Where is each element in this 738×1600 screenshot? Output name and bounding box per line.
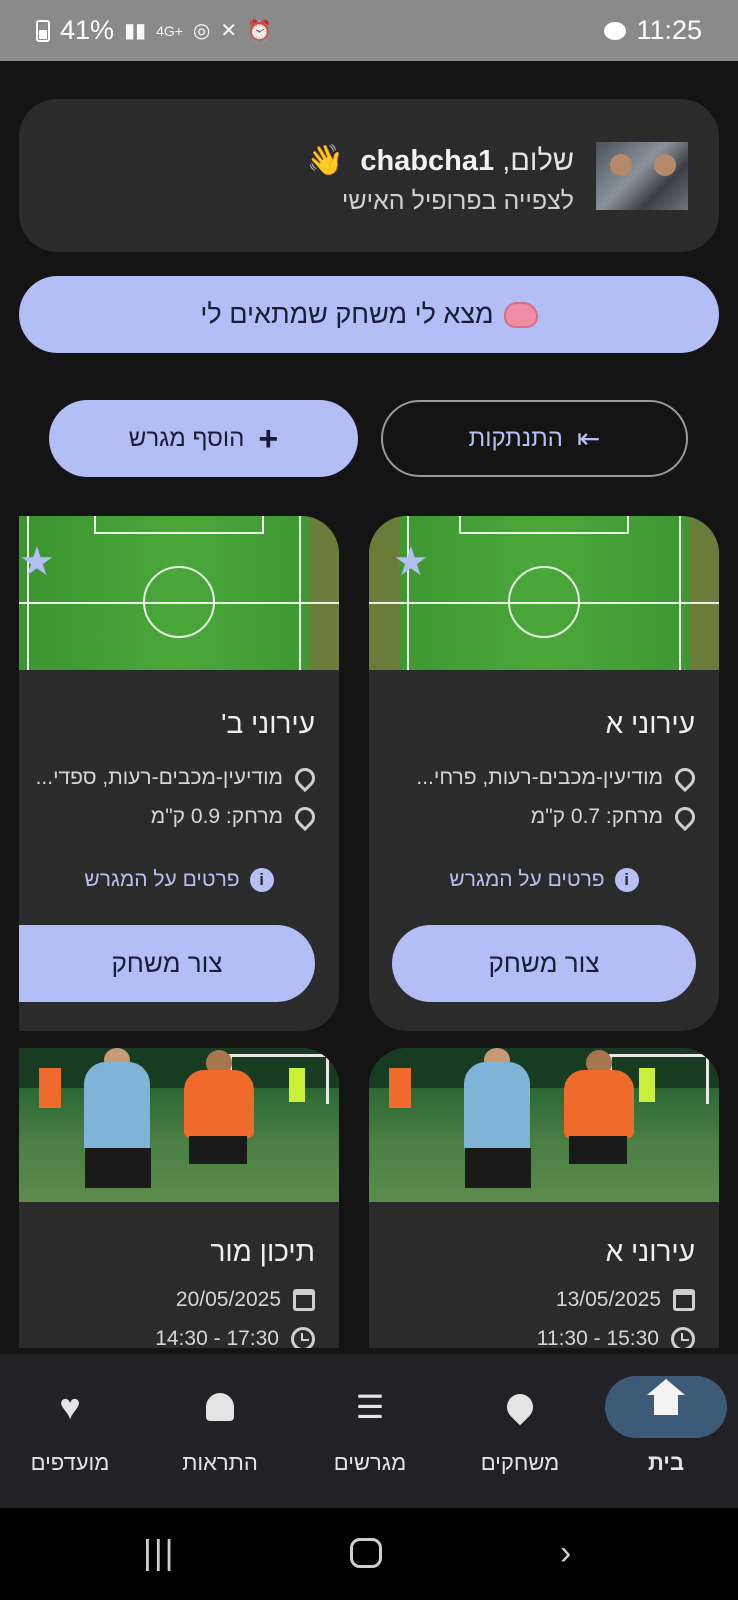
game-time-text: 17:30 - 14:30: [155, 1327, 279, 1348]
nav-label-home: בית: [647, 1450, 685, 1475]
calendar-icon: [673, 1289, 695, 1311]
view-profile-link[interactable]: לצפייה בפרופיל האישי: [342, 187, 574, 216]
field-name: עירוני ב': [221, 708, 315, 739]
nav-label-games: משחקים: [480, 1450, 560, 1475]
location-pin-icon: [501, 1388, 539, 1426]
recent-apps-icon[interactable]: |||: [143, 1536, 176, 1570]
add-field-label: הוסף מגרש: [128, 424, 245, 452]
hotspot-icon: ◎: [192, 20, 211, 42]
field-name: עירוני א: [605, 708, 695, 739]
clock-time: 11:25: [636, 15, 702, 45]
favorite-star-icon[interactable]: ★: [19, 542, 55, 582]
field-card[interactable]: ★ עירוני ב' מודיעין-מכבים-רעות, ספדי... …: [19, 516, 339, 1031]
game-time-text: 15:30 - 11:30: [536, 1327, 659, 1348]
nav-item-games[interactable]: משחקים: [450, 1376, 590, 1476]
brain-icon: [503, 301, 538, 328]
location-pin-icon: [290, 763, 320, 793]
nav-item-home[interactable]: בית: [601, 1376, 731, 1476]
game-card[interactable]: עירוני א 13/05/2025 15:30 - 11:30: [369, 1048, 719, 1348]
greeting-line: שלום, chabcha1 👋: [307, 143, 574, 178]
nav-item-favorites[interactable]: ♥ מועדפים: [0, 1376, 140, 1476]
create-game-button[interactable]: צור משחק: [19, 925, 315, 1002]
mute-icon: ✕: [220, 20, 238, 42]
calendar-icon: [293, 1289, 315, 1311]
plus-icon: +: [258, 419, 279, 458]
field-distance-text: מרחק: 0.7 ק"מ: [530, 805, 663, 828]
game-time: 17:30 - 14:30: [155, 1327, 315, 1348]
game-field-name: עירוני א: [605, 1236, 695, 1267]
find-match-label: מצא לי משחק שמתאים לי: [200, 299, 494, 329]
alarm-icon: ⏰: [247, 20, 273, 42]
username: chabcha1: [360, 145, 495, 177]
field-location: מודיעין-מכבים-רעות, פרחי...: [416, 763, 700, 793]
game-date-text: 13/05/2025: [555, 1288, 661, 1311]
favorite-star-icon[interactable]: ★: [393, 542, 429, 582]
signal-icon: ▮▮: [124, 20, 147, 42]
game-time: 15:30 - 11:30: [537, 1327, 695, 1348]
field-location: מודיעין-מכבים-רעות, ספדי...: [35, 763, 320, 793]
info-icon: i: [249, 868, 274, 892]
game-image: [19, 1048, 339, 1202]
status-bar: 41% ▮▮ 4G+ ◎ ✕ ⏰ 11:25: [0, 0, 738, 61]
field-location-text: מודיעין-מכבים-רעות, ספדי...: [35, 766, 283, 789]
field-details-link[interactable]: i פרטים על המגרש: [369, 868, 719, 892]
clock-icon: [291, 1327, 315, 1348]
network-type: 4G+: [156, 22, 183, 39]
field-distance: מרחק: 0.9 ק"מ: [150, 802, 320, 832]
game-card[interactable]: תיכון מור 20/05/2025 17:30 - 14:30: [19, 1048, 339, 1348]
bottom-nav: בית משחקים ☰ מגרשים התראות ♥ מועדפים: [0, 1354, 738, 1508]
field-card[interactable]: ★ עירוני א מודיעין-מכבים-רעות, פרחי... מ…: [369, 516, 719, 1031]
game-image: [369, 1048, 719, 1202]
field-distance-text: מרחק: 0.9 ק"מ: [150, 805, 283, 828]
game-field-name: תיכון מור: [210, 1236, 315, 1267]
game-date: 20/05/2025: [176, 1288, 315, 1312]
home-icon: [647, 1379, 685, 1421]
field-image: ★: [369, 516, 719, 670]
back-icon[interactable]: ›: [560, 1536, 571, 1570]
nav-label-notifications: התראות: [182, 1450, 258, 1475]
logout-icon: ⇤: [576, 422, 601, 454]
create-game-button[interactable]: צור משחק: [392, 925, 696, 1002]
bell-icon: [206, 1393, 234, 1421]
nav-item-notifications[interactable]: התראות: [150, 1376, 290, 1476]
avatar[interactable]: [596, 142, 688, 210]
battery-percent: 41%: [60, 15, 115, 45]
nav-label-fields: מגרשים: [333, 1450, 407, 1475]
field-details-label: פרטים על המגרש: [449, 868, 605, 891]
nav-item-fields[interactable]: ☰ מגרשים: [300, 1376, 440, 1476]
system-nav-bar: ||| ›: [0, 1508, 738, 1600]
clock-icon: [671, 1327, 695, 1348]
message-icon: [604, 21, 627, 40]
find-match-button[interactable]: מצא לי משחק שמתאים לי: [19, 276, 719, 353]
location-pin-icon: [670, 802, 700, 832]
home-icon-container: [605, 1376, 727, 1438]
location-pin-icon: [670, 763, 700, 793]
status-right: 11:25: [604, 15, 702, 46]
logout-button[interactable]: ⇤ התנתקות: [381, 400, 688, 477]
greeting-text: שלום,: [502, 145, 574, 177]
battery-icon: [36, 19, 50, 42]
game-date-text: 20/05/2025: [175, 1288, 281, 1311]
location-pin-icon: [290, 802, 320, 832]
game-date: 13/05/2025: [556, 1288, 695, 1312]
wave-icon: 👋: [306, 144, 345, 177]
nav-label-favorites: מועדפים: [30, 1450, 110, 1475]
heart-icon: ♥: [59, 1386, 81, 1427]
profile-card[interactable]: שלום, chabcha1 👋 לצפייה בפרופיל האישי: [19, 99, 719, 252]
logout-label: התנתקות: [468, 424, 563, 452]
add-field-button[interactable]: + הוסף מגרש: [49, 400, 358, 477]
field-details-label: פרטים על המגרש: [84, 868, 240, 891]
field-distance: מרחק: 0.7 ק"מ: [530, 802, 700, 832]
info-icon: i: [614, 868, 639, 892]
status-left: 41% ▮▮ 4G+ ◎ ✕ ⏰: [36, 15, 272, 46]
field-image: ★: [19, 516, 339, 670]
field-location-text: מודיעין-מכבים-רעות, פרחי...: [416, 766, 663, 789]
field-details-link[interactable]: i פרטים על המגרש: [19, 868, 339, 892]
list-icon: ☰: [355, 1389, 385, 1425]
home-system-icon[interactable]: [350, 1538, 382, 1568]
